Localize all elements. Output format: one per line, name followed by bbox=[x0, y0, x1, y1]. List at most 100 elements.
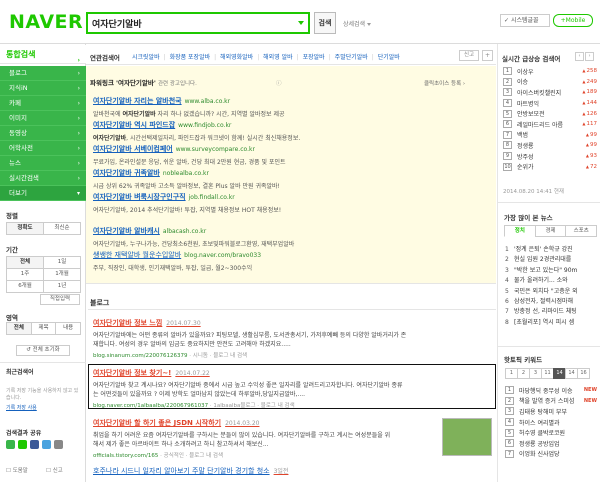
news-item[interactable]: 5 국민은 외치다 "고층운 외 bbox=[505, 286, 597, 296]
hot-topic-item[interactable]: 6 정생룡 공방입업 bbox=[505, 438, 597, 449]
area-all[interactable]: 전체 bbox=[6, 322, 32, 335]
naver-logo[interactable]: NAVER bbox=[9, 11, 83, 33]
all-search-tab[interactable]: 통합검색 › bbox=[0, 45, 86, 64]
blog-post-title[interactable]: 여자단기알바 정보 느낌 bbox=[93, 319, 162, 327]
blog-post-url[interactable]: blog.sinanum.com/220076126379 bbox=[93, 353, 188, 359]
share-blog-icon[interactable] bbox=[6, 440, 15, 449]
blog-post-tags[interactable]: 시니돔 · 블로그 내 검색 bbox=[193, 353, 247, 359]
ad-title[interactable]: 여자단기알바 귀족알바 bbox=[93, 169, 160, 177]
prev-icon[interactable]: ‹ bbox=[575, 52, 584, 61]
nav-item-blog[interactable]: 블로그 › bbox=[0, 66, 86, 81]
realtime-item[interactable]: 2이승249 bbox=[503, 77, 597, 88]
ad-title[interactable]: 여자단기알바 벼룩시장구인구직 bbox=[93, 193, 186, 201]
news-item[interactable]: 2 현실 입원 2경관리대를 bbox=[505, 254, 597, 264]
next-icon[interactable]: › bbox=[585, 52, 594, 61]
realtime-item[interactable]: 3아이스버킷챌린지189 bbox=[503, 87, 597, 98]
related-keyword[interactable]: 포장알바 bbox=[303, 54, 325, 61]
detail-search-link[interactable]: 상세검색 bbox=[343, 19, 372, 28]
realtime-item[interactable]: 7백범99 bbox=[503, 130, 597, 141]
ad-info-icon[interactable]: ⓘ bbox=[276, 79, 282, 87]
mobile-button[interactable]: +Mobile bbox=[553, 14, 593, 27]
realtime-item[interactable]: 4마트병익144 bbox=[503, 98, 597, 109]
nav-item-image[interactable]: 이미지 › bbox=[0, 111, 86, 126]
help-link[interactable]: ☐ 도움말 bbox=[6, 466, 28, 474]
ad-title[interactable]: 여자단기알바 자리는 알바천국 bbox=[93, 97, 182, 105]
realtime-item[interactable]: 1이상우258 bbox=[503, 66, 597, 77]
period-custom-button[interactable]: 직접입력 bbox=[40, 294, 80, 305]
autocomplete-arrow-icon[interactable] bbox=[298, 21, 304, 25]
related-report-button[interactable]: 신고 bbox=[459, 50, 479, 61]
hot-topic-item[interactable]: 2 책을 발엮 증거 스미섬 NEW bbox=[505, 396, 597, 407]
search-button[interactable]: 검색 bbox=[314, 12, 336, 34]
ad-url[interactable]: noblealba.co.kr bbox=[163, 170, 209, 177]
tab-sports[interactable]: 스포츠 bbox=[565, 225, 598, 237]
news-item[interactable]: 6 삼성전자, 절력시점마해 bbox=[505, 296, 597, 306]
blog-post-url[interactable]: officials.tistory.com/165 bbox=[93, 453, 158, 459]
share-twitter-icon[interactable] bbox=[42, 440, 51, 449]
blog-post-url[interactable]: blog.naver.com/1albaalba/220067961037 bbox=[93, 403, 208, 409]
blog-post-title[interactable]: 호주나라 시드니 일자리 알아보기 주말 단기알바 경기할 청소 bbox=[93, 467, 270, 475]
related-keyword[interactable]: 화장품 포장알바 bbox=[170, 54, 211, 61]
realtime-item[interactable]: 8정생룡99 bbox=[503, 140, 597, 151]
ad-url[interactable]: job.findall.co.kr bbox=[189, 194, 235, 201]
ad-url[interactable]: www.findjob.co.kr bbox=[178, 122, 231, 129]
area-content[interactable]: 내용 bbox=[55, 322, 82, 335]
hot-topic-item[interactable]: 5 허수영 클박로코원 bbox=[505, 427, 597, 438]
nav-item-video[interactable]: 동영상 › bbox=[0, 126, 86, 141]
news-item[interactable]: 1 '정계 은퇴' 손학규 강진 bbox=[505, 244, 597, 254]
realtime-item[interactable]: 5안방보모전126 bbox=[503, 108, 597, 119]
period-6month[interactable]: 6개월 bbox=[6, 280, 44, 293]
area-title-option[interactable]: 제목 bbox=[30, 322, 57, 335]
click-choice-link[interactable]: 클릭초이스 등록 › bbox=[424, 79, 465, 87]
blog-post-title[interactable]: 여자단기알바 할 하기 좋은 JSDN 시작하기 bbox=[93, 419, 221, 427]
recent-search-enable-link[interactable]: 기록 저장 사용 bbox=[6, 404, 37, 411]
ad-title[interactable]: 여자단기알바 서베이컴페어 bbox=[93, 145, 173, 153]
sort-latest[interactable]: 최신순 bbox=[43, 222, 81, 235]
share-link-icon[interactable] bbox=[54, 440, 63, 449]
realtime-item[interactable]: 9방주성93 bbox=[503, 151, 597, 162]
ad-title[interactable]: 여자단기알바 알바캐시 bbox=[93, 227, 160, 235]
blog-post-tags[interactable]: 1albaalba블로그 · 블로그 내 검색 bbox=[213, 403, 294, 409]
hot-topic-item[interactable]: 7 이엉화 신사업당 bbox=[505, 449, 597, 460]
ad-title[interactable]: 여자단기알바 역시 파인드잡 bbox=[93, 121, 175, 129]
related-more-button[interactable]: + bbox=[482, 50, 493, 61]
nav-item-dictionary[interactable]: 어학사전 › bbox=[0, 141, 86, 156]
system-font-button[interactable]: ✓ 시스템글꼴 bbox=[500, 14, 550, 27]
search-input[interactable] bbox=[88, 14, 278, 32]
blog-thumbnail[interactable] bbox=[442, 418, 492, 456]
blog-post-title[interactable]: 여자단기알바 정보 찾기~! bbox=[93, 369, 171, 377]
hot-tab[interactable]: 16 bbox=[577, 368, 590, 379]
ad-url[interactable]: www.surveycompare.co.kr bbox=[176, 146, 255, 153]
nav-item-more[interactable]: 더보기 ▾ bbox=[0, 186, 86, 201]
nav-item-cafe[interactable]: 카페 › bbox=[0, 96, 86, 111]
blog-post-tags[interactable]: 공식적인 · 블로그 내 검색 bbox=[164, 453, 223, 459]
reset-button[interactable]: ↺ 전체 초기화 bbox=[16, 345, 70, 356]
related-keyword[interactable]: 해외영 알바 bbox=[263, 54, 293, 61]
report-link[interactable]: ☐ 신고 bbox=[46, 466, 63, 474]
realtime-item[interactable]: 6레일마드리드 아름117 bbox=[503, 119, 597, 130]
ad-url[interactable]: albacash.co.kr bbox=[163, 228, 206, 235]
tab-politics[interactable]: 정치 bbox=[504, 225, 536, 237]
share-facebook-icon[interactable] bbox=[30, 440, 39, 449]
related-keyword[interactable]: 주말단기알바 bbox=[335, 54, 368, 61]
realtime-item[interactable]: 10순위가72 bbox=[503, 161, 597, 172]
nav-item-news[interactable]: 뉴스 › bbox=[0, 156, 86, 171]
share-cafe-icon[interactable] bbox=[18, 440, 27, 449]
news-item[interactable]: 4 물가 올려하기... 소와 bbox=[505, 275, 597, 285]
nav-item-kin[interactable]: 지식iN › bbox=[0, 81, 86, 96]
news-item[interactable]: 8 [초월리포] 역시 피시 셈 bbox=[505, 317, 597, 327]
hot-topic-item[interactable]: 3 김태용 탕해미 부부 bbox=[505, 406, 597, 417]
related-keyword[interactable]: 해외영화알바 bbox=[220, 54, 253, 61]
related-keyword[interactable]: 단기알바 bbox=[378, 54, 400, 61]
news-item[interactable]: 3 "박한 보고 있는다" 90m bbox=[505, 265, 597, 275]
hot-topic-item[interactable]: 1 마당행딕 중무성 이승 NEW bbox=[505, 385, 597, 396]
ad-url[interactable]: www.alba.co.kr bbox=[185, 98, 231, 105]
ad-url[interactable]: blog.naver.com/bravo033 bbox=[184, 252, 261, 259]
sort-accuracy[interactable]: 정확도 bbox=[6, 222, 44, 235]
nav-item-realtime[interactable]: 실시간검색 › bbox=[0, 171, 86, 186]
tab-economy[interactable]: 경제 bbox=[534, 225, 567, 237]
ad-title[interactable]: 쌩쌩한 재택알바 월운수입알바 bbox=[93, 251, 181, 259]
news-item[interactable]: 7 방충정 선, 리마이드 체팅 bbox=[505, 306, 597, 316]
period-1year[interactable]: 1년 bbox=[43, 280, 81, 293]
related-keyword[interactable]: 시크릿알바 bbox=[132, 54, 160, 61]
